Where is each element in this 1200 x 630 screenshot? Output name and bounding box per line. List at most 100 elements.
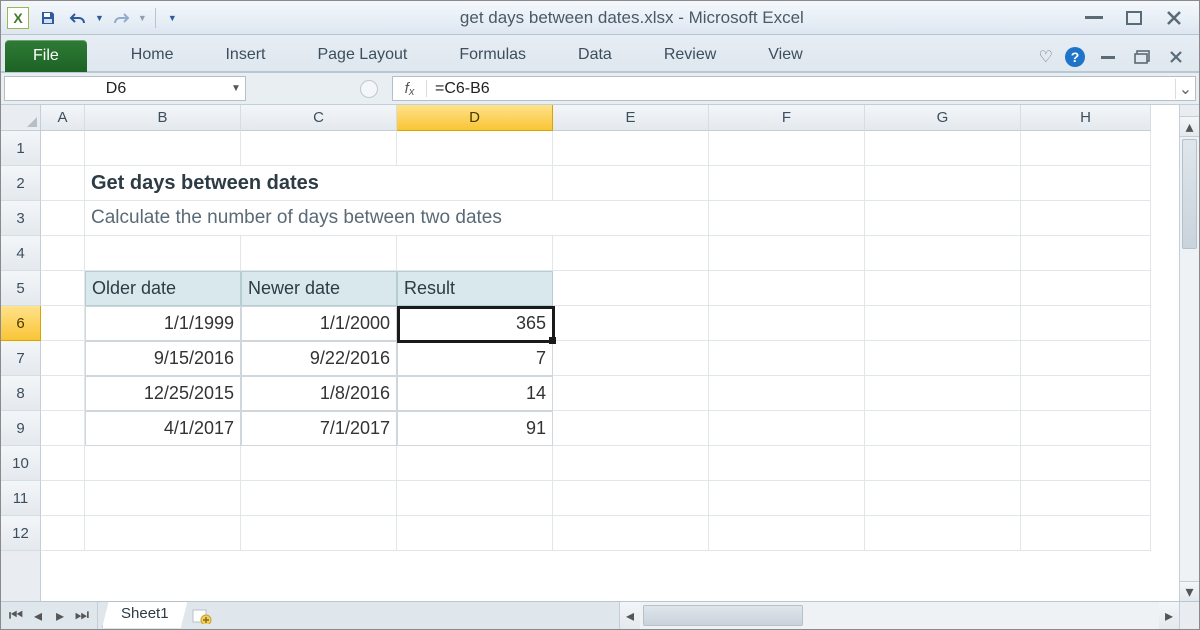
cell-D11[interactable] <box>397 481 553 516</box>
cell-G8[interactable] <box>865 376 1021 411</box>
cell-B6[interactable]: 1/1/1999 <box>85 306 241 341</box>
tab-home[interactable]: Home <box>105 39 200 71</box>
select-all-corner[interactable] <box>1 105 41 131</box>
cell-C10[interactable] <box>241 446 397 481</box>
col-header-B[interactable]: B <box>85 105 241 131</box>
vertical-scroll-thumb[interactable] <box>1182 139 1197 249</box>
col-header-E[interactable]: E <box>553 105 709 131</box>
cell-E7[interactable] <box>553 341 709 376</box>
cell-A7[interactable] <box>41 341 85 376</box>
cell-B7[interactable]: 9/15/2016 <box>85 341 241 376</box>
cell-G9[interactable] <box>865 411 1021 446</box>
ribbon-heart-icon[interactable]: ♡ <box>1039 47 1053 67</box>
cell-A3[interactable] <box>41 201 85 236</box>
row-header-2[interactable]: 2 <box>1 166 41 201</box>
cell-D12[interactable] <box>397 516 553 551</box>
cell-C1[interactable] <box>241 131 397 166</box>
close-button[interactable] <box>1163 9 1185 27</box>
redo-button[interactable] <box>108 6 134 30</box>
cell-B2[interactable]: Get days between dates <box>85 166 553 201</box>
cell-A10[interactable] <box>41 446 85 481</box>
cell-B1[interactable] <box>85 131 241 166</box>
split-box-top[interactable] <box>1179 105 1199 117</box>
redo-dropdown-icon[interactable]: ▼ <box>138 13 147 23</box>
file-tab[interactable]: File <box>5 40 87 72</box>
cell-E4[interactable] <box>553 236 709 271</box>
undo-dropdown-icon[interactable]: ▼ <box>95 13 104 23</box>
scroll-left-icon[interactable]: ◂ <box>620 602 640 629</box>
cell-G11[interactable] <box>865 481 1021 516</box>
row-header-11[interactable]: 11 <box>1 481 41 516</box>
cell-A11[interactable] <box>41 481 85 516</box>
cell-H10[interactable] <box>1021 446 1151 481</box>
cell-G6[interactable] <box>865 306 1021 341</box>
cell-H7[interactable] <box>1021 341 1151 376</box>
cell-E5[interactable] <box>553 271 709 306</box>
tab-review[interactable]: Review <box>638 39 742 71</box>
cell-A1[interactable] <box>41 131 85 166</box>
cell-A4[interactable] <box>41 236 85 271</box>
row-header-4[interactable]: 4 <box>1 236 41 271</box>
cell-C11[interactable] <box>241 481 397 516</box>
cell-H3[interactable] <box>1021 201 1151 236</box>
last-sheet-button[interactable]: ⏭ <box>73 607 91 625</box>
cell-A2[interactable] <box>41 166 85 201</box>
cell-E8[interactable] <box>553 376 709 411</box>
cell-A8[interactable] <box>41 376 85 411</box>
cell-B4[interactable] <box>85 236 241 271</box>
cell-E1[interactable] <box>553 131 709 166</box>
cell-E12[interactable] <box>553 516 709 551</box>
row-header-10[interactable]: 10 <box>1 446 41 481</box>
row-header-8[interactable]: 8 <box>1 376 41 411</box>
col-header-F[interactable]: F <box>709 105 865 131</box>
cell-D6[interactable]: 365 <box>397 306 553 341</box>
save-button[interactable] <box>35 6 61 30</box>
row-header-1[interactable]: 1 <box>1 131 41 166</box>
cell-F3[interactable] <box>709 201 865 236</box>
cell-D9[interactable]: 91 <box>397 411 553 446</box>
cell-E10[interactable] <box>553 446 709 481</box>
cell-D8[interactable]: 14 <box>397 376 553 411</box>
cell-F9[interactable] <box>709 411 865 446</box>
cell-B3[interactable]: Calculate the number of days between two… <box>85 201 709 236</box>
cell-B12[interactable] <box>85 516 241 551</box>
cell-C7[interactable]: 9/22/2016 <box>241 341 397 376</box>
cell-C8[interactable]: 1/8/2016 <box>241 376 397 411</box>
cell-A9[interactable] <box>41 411 85 446</box>
scroll-right-icon[interactable]: ▸ <box>1159 602 1179 629</box>
cell-G2[interactable] <box>865 166 1021 201</box>
col-header-G[interactable]: G <box>865 105 1021 131</box>
cell-F1[interactable] <box>709 131 865 166</box>
cell-F11[interactable] <box>709 481 865 516</box>
cell-F10[interactable] <box>709 446 865 481</box>
cell-G3[interactable] <box>865 201 1021 236</box>
cell-C6[interactable]: 1/1/2000 <box>241 306 397 341</box>
horizontal-scrollbar[interactable]: ◂ ▸ <box>619 602 1179 629</box>
row-header-5[interactable]: 5 <box>1 271 41 306</box>
cell-A12[interactable] <box>41 516 85 551</box>
cell-H1[interactable] <box>1021 131 1151 166</box>
cell-B10[interactable] <box>85 446 241 481</box>
cell-H5[interactable] <box>1021 271 1151 306</box>
sheet-tab-1[interactable]: Sheet1 <box>102 601 188 628</box>
cell-E2[interactable] <box>553 166 709 201</box>
cell-D1[interactable] <box>397 131 553 166</box>
cell-F6[interactable] <box>709 306 865 341</box>
scroll-down-icon[interactable]: ▾ <box>1180 581 1199 601</box>
wb-restore-button[interactable] <box>1131 48 1153 66</box>
cell-H4[interactable] <box>1021 236 1151 271</box>
cell-F8[interactable] <box>709 376 865 411</box>
cell-G5[interactable] <box>865 271 1021 306</box>
cell-H8[interactable] <box>1021 376 1151 411</box>
cell-B11[interactable] <box>85 481 241 516</box>
cell-H2[interactable] <box>1021 166 1151 201</box>
col-header-H[interactable]: H <box>1021 105 1151 131</box>
row-header-3[interactable]: 3 <box>1 201 41 236</box>
vertical-scrollbar[interactable]: ▴ ▾ <box>1179 117 1199 601</box>
tab-insert[interactable]: Insert <box>199 39 291 71</box>
horizontal-scroll-thumb[interactable] <box>643 605 803 626</box>
cell-E11[interactable] <box>553 481 709 516</box>
wb-minimize-button[interactable] <box>1097 48 1119 66</box>
qat-customize-icon[interactable]: ▼ <box>164 13 181 23</box>
cell-H6[interactable] <box>1021 306 1151 341</box>
